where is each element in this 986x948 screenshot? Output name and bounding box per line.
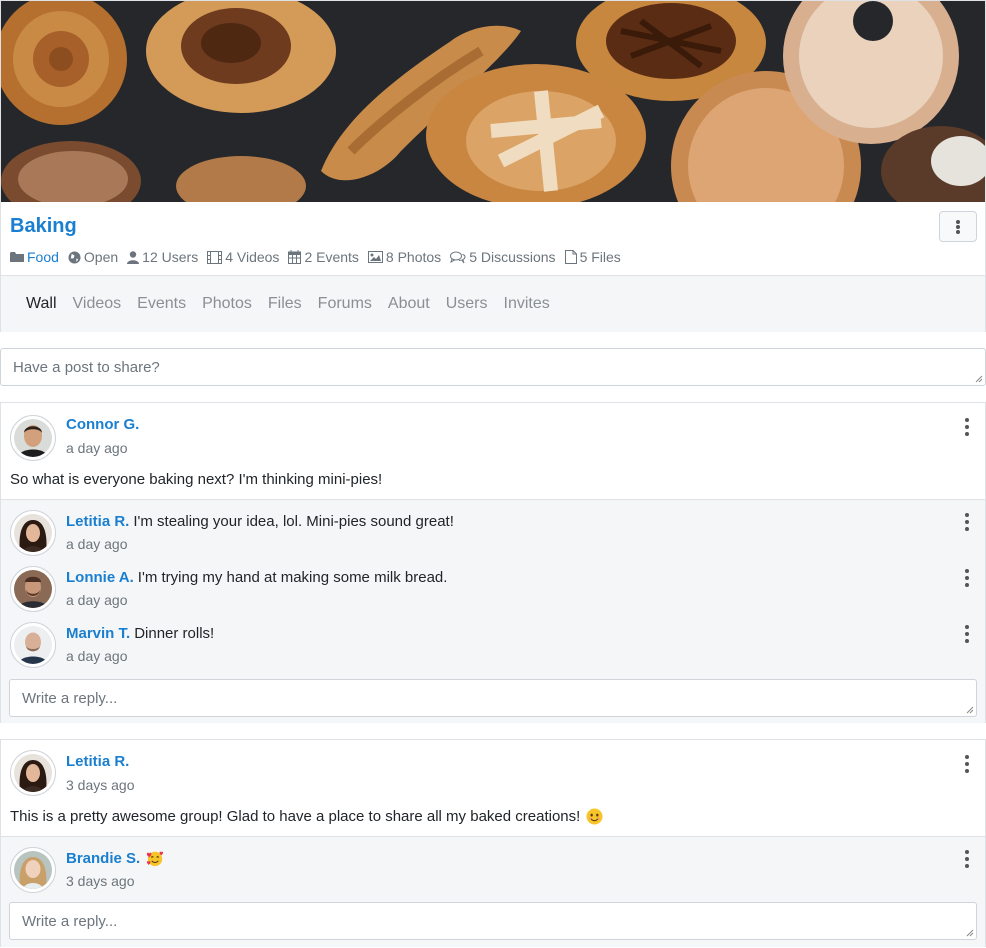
- post-time[interactable]: 3 days ago: [66, 777, 135, 793]
- users-count: 12 Users: [142, 249, 199, 265]
- avatar-letitia[interactable]: [10, 510, 56, 556]
- tab-videos[interactable]: Videos: [73, 295, 122, 313]
- reply-time[interactable]: a day ago: [66, 592, 128, 608]
- smiling-face-emoji: [586, 808, 603, 825]
- files-count: 5 Files: [579, 249, 621, 265]
- resize-handle-icon[interactable]: [966, 706, 974, 714]
- avatar-lonnie[interactable]: [10, 566, 56, 612]
- group-header-card: Baking Food Open 12 Users 4 Videos 2 Eve…: [0, 0, 986, 332]
- reply-author-link[interactable]: Letitia R.: [66, 513, 129, 530]
- group-title[interactable]: Baking: [10, 215, 77, 238]
- smiling-face-with-hearts-emoji: [147, 851, 164, 867]
- group-cover-image: [1, 1, 985, 202]
- meta-discussions[interactable]: 5 Discussions: [450, 249, 556, 265]
- calendar-icon: [288, 250, 302, 264]
- meta-privacy: Open: [68, 249, 118, 265]
- category-link[interactable]: Food: [27, 249, 59, 265]
- kebab-icon: [952, 219, 964, 234]
- avatar-connor[interactable]: [10, 415, 56, 461]
- group-tabs: Wall Videos Events Photos Files Forums A…: [1, 275, 985, 332]
- reply-author: Letitia R. I'm stealing your idea, lol. M…: [66, 513, 454, 530]
- post-options-kebab-icon[interactable]: [961, 418, 973, 436]
- user-icon: [127, 250, 140, 264]
- resize-handle-icon[interactable]: [966, 929, 974, 937]
- reply-input[interactable]: Write a reply...: [9, 679, 977, 717]
- post-text-row: This is a pretty awesome group! Glad to …: [10, 808, 603, 825]
- reply-author-link[interactable]: Marvin T.: [66, 625, 130, 642]
- resize-handle-icon[interactable]: [975, 375, 983, 383]
- reply-author: Marvin T. Dinner rolls!: [66, 625, 214, 642]
- replies-section: Brandie S. 3 days ago Write a reply...: [1, 836, 985, 947]
- reply-options-kebab-icon[interactable]: [961, 513, 973, 531]
- reply-time[interactable]: a day ago: [66, 648, 128, 664]
- reply-author-link[interactable]: Lonnie A.: [66, 569, 134, 586]
- folder-icon: [10, 252, 24, 262]
- file-icon: [564, 250, 577, 264]
- reply-author-link[interactable]: Brandie S.: [66, 850, 140, 867]
- meta-videos[interactable]: 4 Videos: [207, 249, 279, 265]
- avatar-marvin[interactable]: [10, 622, 56, 668]
- photos-count: 8 Photos: [385, 249, 442, 265]
- post-author[interactable]: Letitia R.: [66, 753, 129, 770]
- reply-time[interactable]: a day ago: [66, 536, 128, 552]
- tab-photos[interactable]: Photos: [202, 295, 252, 313]
- reply-author: Brandie S.: [66, 850, 164, 867]
- reply-text: Dinner rolls!: [134, 625, 215, 642]
- tab-wall[interactable]: Wall: [26, 295, 57, 313]
- post-options-kebab-icon[interactable]: [961, 755, 973, 773]
- group-meta: Food Open 12 Users 4 Videos 2 Events 8 P…: [10, 249, 630, 265]
- post-text: This is a pretty awesome group! Glad to …: [10, 808, 581, 825]
- replies-section: Letitia R. I'm stealing your idea, lol. M…: [1, 499, 985, 723]
- reply-placeholder: Write a reply...: [22, 913, 118, 930]
- image-icon: [367, 251, 383, 263]
- meta-events[interactable]: 2 Events: [288, 249, 359, 265]
- globe-icon: [68, 250, 81, 264]
- reply-text: I'm trying my hand at making some milk b…: [137, 569, 448, 586]
- meta-files[interactable]: 5 Files: [564, 249, 621, 265]
- reply-options-kebab-icon[interactable]: [961, 850, 973, 868]
- group-options-button[interactable]: [939, 211, 977, 242]
- post-author[interactable]: Connor G.: [66, 416, 139, 433]
- avatar-brandie[interactable]: [10, 847, 56, 893]
- tab-users[interactable]: Users: [446, 295, 488, 313]
- meta-category[interactable]: Food: [10, 249, 59, 265]
- privacy-label: Open: [83, 249, 119, 265]
- tab-files[interactable]: Files: [268, 295, 302, 313]
- reply-author: Lonnie A. I'm trying my hand at making so…: [66, 569, 447, 586]
- post-composer-input[interactable]: Have a post to share?: [0, 348, 986, 386]
- discussions-count: 5 Discussions: [469, 249, 556, 265]
- post-time[interactable]: a day ago: [66, 440, 128, 456]
- tab-invites[interactable]: Invites: [504, 295, 550, 313]
- composer-placeholder: Have a post to share?: [13, 359, 160, 376]
- reply-options-kebab-icon[interactable]: [961, 569, 973, 587]
- reply-input[interactable]: Write a reply...: [9, 902, 977, 940]
- tab-about[interactable]: About: [388, 295, 430, 313]
- meta-users[interactable]: 12 Users: [127, 249, 198, 265]
- videos-count: 4 Videos: [225, 249, 280, 265]
- meta-photos[interactable]: 8 Photos: [367, 249, 442, 265]
- avatar-letitia[interactable]: [10, 750, 56, 796]
- events-count: 2 Events: [304, 249, 359, 265]
- reply-options-kebab-icon[interactable]: [961, 625, 973, 643]
- reply-placeholder: Write a reply...: [22, 690, 118, 707]
- film-icon: [207, 250, 223, 264]
- tab-forums[interactable]: Forums: [318, 295, 372, 313]
- comments-icon: [450, 251, 466, 263]
- tab-events[interactable]: Events: [137, 295, 186, 313]
- reply-time[interactable]: 3 days ago: [66, 873, 135, 889]
- post-card: Letitia R. 3 days ago This is a pretty a…: [0, 739, 986, 947]
- reply-text: I'm stealing your idea, lol. Mini-pies s…: [133, 513, 454, 530]
- post-text: So what is everyone baking next? I'm thi…: [10, 471, 383, 488]
- post-card: Connor G. a day ago So what is everyone …: [0, 402, 986, 723]
